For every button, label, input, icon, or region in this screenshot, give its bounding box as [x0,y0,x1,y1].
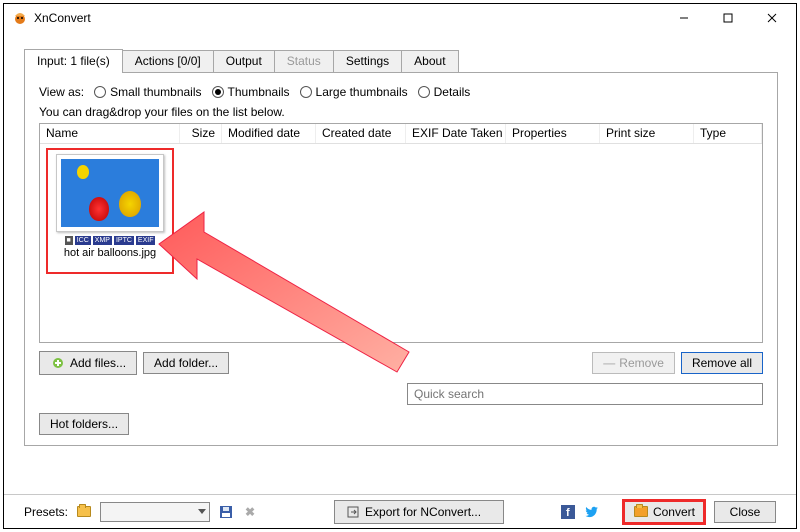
tab-actions[interactable]: Actions [0/0] [122,50,214,72]
radio-large-label: Large thumbnails [316,85,408,99]
content-area: Input: 1 file(s) Actions [0/0] Output St… [24,48,778,446]
export-label: Export for NConvert... [365,505,481,519]
radio-small-label: Small thumbnails [110,85,201,99]
app-icon [12,10,28,26]
export-nconvert-button[interactable]: Export for NConvert... [334,500,504,524]
window-title: XnConvert [34,11,91,25]
tag-exif: EXIF [136,236,156,245]
add-files-label: Add files... [70,356,126,370]
presets-combo[interactable] [100,502,210,522]
twitter-icon[interactable] [584,504,600,520]
remove-label: Remove [619,356,664,370]
folder-open-icon[interactable] [76,504,92,520]
tab-input[interactable]: Input: 1 file(s) [24,49,123,73]
export-icon [345,504,361,520]
plus-icon [50,355,66,371]
minus-icon: — [603,356,615,370]
remove-all-button[interactable]: Remove all [681,352,763,374]
col-print-size[interactable]: Print size [600,124,694,143]
file-list[interactable]: Name Size Modified date Created date EXI… [39,123,763,343]
app-window: XnConvert Input: 1 file(s) Actions [0/0]… [3,3,797,529]
convert-label: Convert [653,505,695,519]
save-icon[interactable] [218,504,234,520]
quick-search-input[interactable] [407,383,763,405]
remove-button: — Remove [592,352,675,374]
col-created[interactable]: Created date [316,124,406,143]
delete-icon: ✖ [242,504,258,520]
tab-about[interactable]: About [401,50,458,72]
list-buttons-row: Add files... Add folder... — Remove Remo… [39,351,763,375]
col-type[interactable]: Type [694,124,762,143]
drag-drop-hint: You can drag&drop your files on the list… [39,105,763,119]
col-exif[interactable]: EXIF Date Taken [406,124,506,143]
tab-output[interactable]: Output [213,50,275,72]
add-folder-button[interactable]: Add folder... [143,352,229,374]
facebook-icon[interactable]: f [560,504,576,520]
title-bar: XnConvert [4,4,796,32]
minimize-button[interactable] [662,5,706,31]
tag-iptc: IPTC [114,236,134,245]
radio-thumbnails[interactable] [212,86,224,98]
view-as-label: View as: [39,85,84,99]
col-modified[interactable]: Modified date [222,124,316,143]
svg-text:f: f [566,507,570,519]
close-button[interactable]: Close [714,501,776,523]
convert-icon [633,504,649,520]
tab-status[interactable]: Status [274,50,334,72]
col-size[interactable]: Size [180,124,222,143]
thumbnail-frame [56,154,164,232]
maximize-button[interactable] [706,5,750,31]
col-name[interactable]: Name [40,124,180,143]
col-properties[interactable]: Properties [506,124,600,143]
hot-folders-button[interactable]: Hot folders... [39,413,129,435]
input-panel: View as: Small thumbnails Thumbnails Lar… [24,72,778,446]
tag-sq: ■ [65,236,73,245]
tag-xmp: XMP [93,236,112,245]
file-thumbnail[interactable]: ■ ICC XMP IPTC EXIF hot air balloons.jpg [46,148,174,274]
metadata-tags: ■ ICC XMP IPTC EXIF [52,236,168,245]
radio-thumbnails-label: Thumbnails [228,85,290,99]
add-files-button[interactable]: Add files... [39,351,137,375]
view-mode-row: View as: Small thumbnails Thumbnails Lar… [39,85,763,99]
convert-button[interactable]: Convert [622,499,706,525]
column-headers: Name Size Modified date Created date EXI… [40,124,762,144]
file-name: hot air balloons.jpg [52,247,168,259]
presets-label: Presets: [24,505,68,519]
footer-bar: Presets: ✖ Export for NConvert... f Conv… [4,494,796,528]
tab-bar: Input: 1 file(s) Actions [0/0] Output St… [24,48,778,72]
radio-small-thumbnails[interactable] [94,86,106,98]
radio-large-thumbnails[interactable] [300,86,312,98]
close-window-button[interactable] [750,5,794,31]
radio-details-label: Details [434,85,471,99]
tab-settings[interactable]: Settings [333,50,402,72]
radio-details[interactable] [418,86,430,98]
tag-icc: ICC [75,236,91,245]
thumbnail-image [61,159,159,227]
